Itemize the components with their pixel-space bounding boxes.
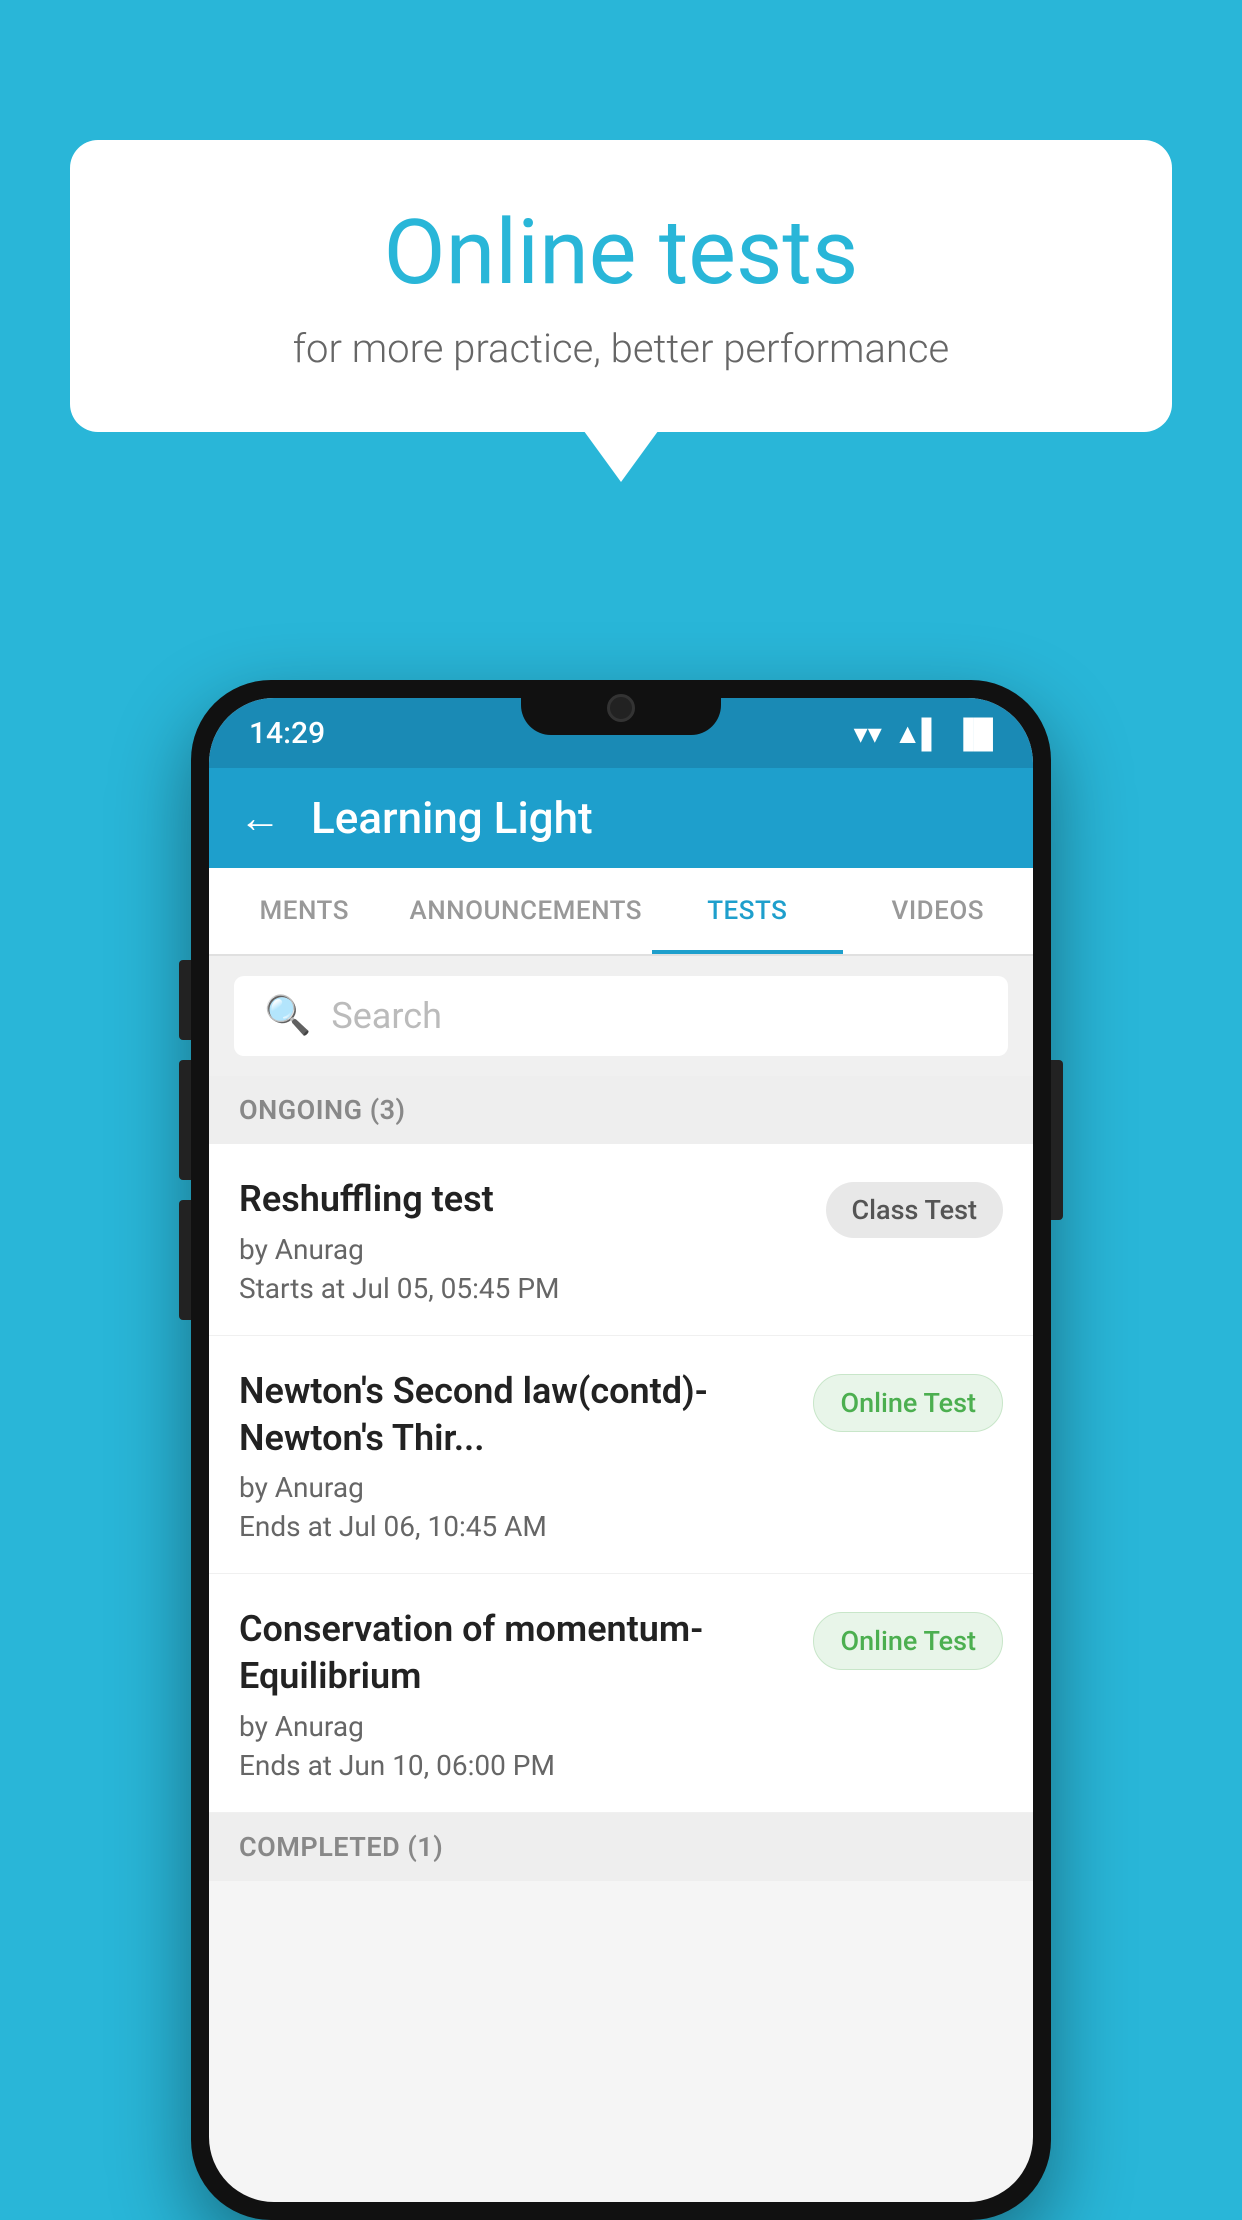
test-info-2: Newton's Second law(contd)-Newton's Thir… bbox=[239, 1368, 813, 1544]
ongoing-section-header: ONGOING (3) bbox=[209, 1076, 1033, 1144]
speech-bubble-container: Online tests for more practice, better p… bbox=[70, 140, 1172, 432]
status-icons: ▾▾ ▲▌ ▐█ bbox=[854, 717, 993, 750]
test-list: Reshuffling test by Anurag Starts at Jul… bbox=[209, 1144, 1033, 1813]
test-author-2: by Anurag bbox=[239, 1471, 793, 1504]
search-bar[interactable]: 🔍 Search bbox=[234, 976, 1008, 1056]
online-tests-subtitle: for more practice, better performance bbox=[150, 325, 1092, 372]
test-item[interactable]: Newton's Second law(contd)-Newton's Thir… bbox=[209, 1336, 1033, 1575]
tabs-container: MENTS ANNOUNCEMENTS TESTS VIDEOS bbox=[209, 868, 1033, 956]
test-badge-1: Class Test bbox=[826, 1182, 1004, 1238]
side-button-vol-up bbox=[179, 1060, 191, 1180]
test-badge-2: Online Test bbox=[813, 1374, 1003, 1432]
phone-mockup: 14:29 ▾▾ ▲▌ ▐█ ← Learning Light MENTS AN… bbox=[191, 680, 1051, 2220]
phone-outer: 14:29 ▾▾ ▲▌ ▐█ ← Learning Light MENTS AN… bbox=[191, 680, 1051, 2220]
completed-section-title: COMPLETED (1) bbox=[239, 1831, 443, 1863]
completed-section-header: COMPLETED (1) bbox=[209, 1813, 1033, 1881]
test-date-1: Starts at Jul 05, 05:45 PM bbox=[239, 1272, 806, 1305]
search-container: 🔍 Search bbox=[209, 956, 1033, 1076]
phone-screen: 14:29 ▾▾ ▲▌ ▐█ ← Learning Light MENTS AN… bbox=[209, 698, 1033, 2202]
tab-ments[interactable]: MENTS bbox=[209, 868, 399, 954]
app-title: Learning Light bbox=[311, 792, 593, 844]
test-name-1: Reshuffling test bbox=[239, 1176, 806, 1223]
side-button-power bbox=[179, 960, 191, 1040]
side-button-vol-down bbox=[179, 1200, 191, 1320]
test-info-3: Conservation of momentum-Equilibrium by … bbox=[239, 1606, 813, 1782]
test-author-3: by Anurag bbox=[239, 1710, 793, 1743]
battery-icon: ▐█ bbox=[953, 717, 993, 750]
test-name-2: Newton's Second law(contd)-Newton's Thir… bbox=[239, 1368, 793, 1462]
back-button[interactable]: ← bbox=[239, 794, 281, 843]
signal-icon: ▲▌ bbox=[894, 717, 942, 750]
tab-videos[interactable]: VIDEOS bbox=[843, 868, 1033, 954]
test-badge-3: Online Test bbox=[813, 1612, 1003, 1670]
test-date-2: Ends at Jul 06, 10:45 AM bbox=[239, 1510, 793, 1543]
side-button-right bbox=[1051, 1060, 1063, 1220]
test-author-1: by Anurag bbox=[239, 1233, 806, 1266]
test-info-1: Reshuffling test by Anurag Starts at Jul… bbox=[239, 1176, 826, 1305]
test-item[interactable]: Conservation of momentum-Equilibrium by … bbox=[209, 1574, 1033, 1813]
search-input[interactable]: Search bbox=[331, 995, 442, 1037]
phone-notch bbox=[521, 680, 721, 735]
tab-tests[interactable]: TESTS bbox=[652, 868, 842, 954]
status-time: 14:29 bbox=[249, 716, 325, 751]
online-tests-title: Online tests bbox=[150, 200, 1092, 305]
test-name-3: Conservation of momentum-Equilibrium bbox=[239, 1606, 793, 1700]
ongoing-section-title: ONGOING (3) bbox=[239, 1094, 406, 1126]
tab-announcements[interactable]: ANNOUNCEMENTS bbox=[399, 868, 652, 954]
phone-camera bbox=[607, 694, 635, 722]
search-icon: 🔍 bbox=[264, 994, 311, 1038]
wifi-icon: ▾▾ bbox=[854, 717, 882, 750]
test-date-3: Ends at Jun 10, 06:00 PM bbox=[239, 1749, 793, 1782]
speech-bubble: Online tests for more practice, better p… bbox=[70, 140, 1172, 432]
test-item[interactable]: Reshuffling test by Anurag Starts at Jul… bbox=[209, 1144, 1033, 1336]
app-bar: ← Learning Light bbox=[209, 768, 1033, 868]
